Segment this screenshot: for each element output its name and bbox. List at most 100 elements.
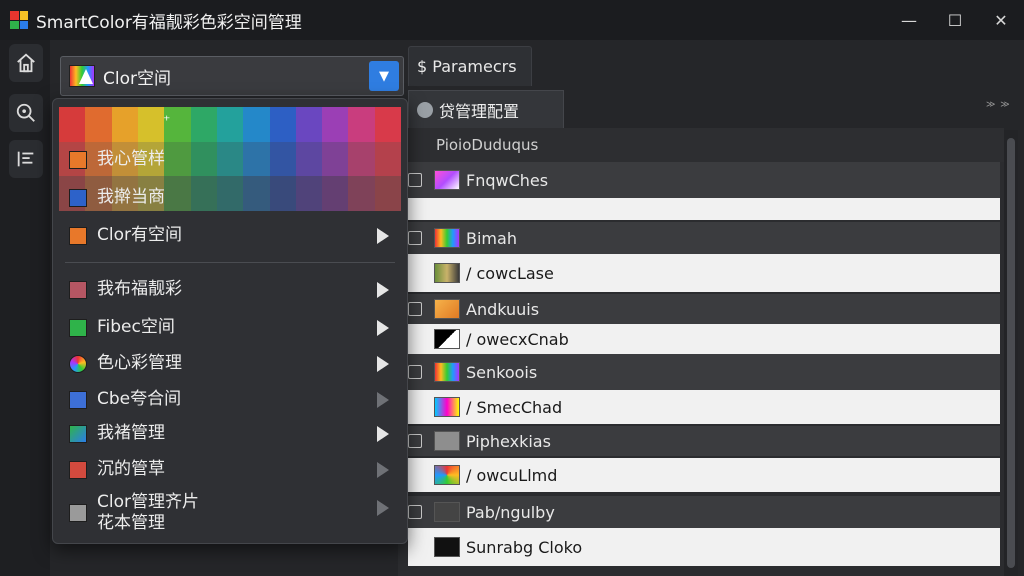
menu-item-label: 色心彩管理 bbox=[97, 353, 182, 374]
search-icon bbox=[16, 103, 35, 122]
color-space-value: Clor空间 bbox=[103, 68, 171, 89]
list-row[interactable]: Senkoois bbox=[408, 354, 1000, 390]
maximize-button[interactable]: ☐ bbox=[932, 0, 978, 40]
menu-item[interactable]: 沉的管草 bbox=[59, 453, 401, 487]
chevron-down-icon[interactable]: ▼ bbox=[369, 61, 399, 91]
menu-item-label-line1: Fibec空间 bbox=[97, 317, 175, 338]
row-checkbox[interactable] bbox=[408, 505, 422, 519]
row-checkbox[interactable] bbox=[408, 434, 422, 448]
chevron-right-icon bbox=[377, 356, 389, 372]
color-space-dropdown[interactable]: Clor空间 ▼ bbox=[60, 56, 404, 96]
tab-config[interactable]: 贷管理配置 bbox=[408, 90, 564, 128]
list-row[interactable]: Bimah bbox=[408, 222, 1000, 254]
menu-item-label: Clor有空间 bbox=[97, 225, 182, 246]
menu-item-label: 我布福靓彩 bbox=[97, 279, 182, 300]
menu-divider bbox=[65, 262, 395, 263]
menu-item-label-line2: 花本管理 bbox=[97, 513, 165, 533]
menu-item-label-line1: 我布福靓彩 bbox=[97, 279, 182, 300]
chevron-right-icon bbox=[377, 228, 389, 244]
row-label: FnqwChes bbox=[466, 170, 549, 190]
menu-item-label-line1: 色心彩管理 bbox=[97, 353, 182, 374]
menu-item-label: Fibec空间 bbox=[97, 317, 175, 338]
list-settings-button[interactable] bbox=[9, 140, 43, 178]
row-checkbox[interactable] bbox=[408, 173, 422, 187]
list-row[interactable]: / owcuLlmd bbox=[408, 458, 1000, 492]
list-row[interactable]: Andkuuis bbox=[408, 294, 1000, 324]
menu-item[interactable]: Clor有空间 bbox=[59, 219, 401, 253]
row-label: / owcuLlmd bbox=[466, 465, 558, 485]
row-label: / cowcLase bbox=[466, 263, 554, 283]
menu-swatch-icon bbox=[69, 461, 87, 479]
color-swatch-icon bbox=[434, 465, 460, 485]
menu-swatch-icon bbox=[69, 281, 87, 299]
menu-item[interactable]: Fibec空间 bbox=[59, 311, 401, 345]
menu-swatch-icon bbox=[69, 319, 87, 337]
chevron-right-icon bbox=[377, 392, 389, 408]
color-profile-list: PioioDuduqus FnqwChes Bimah / cowcLase Andk… bbox=[398, 128, 1004, 576]
color-swatch-icon bbox=[434, 329, 460, 349]
list-settings-icon bbox=[17, 151, 34, 167]
list-row[interactable]: / owecxCnab bbox=[408, 324, 1000, 354]
list-row[interactable]: / cowcLase bbox=[408, 254, 1000, 292]
row-checkbox[interactable] bbox=[408, 231, 422, 245]
menu-item-label: 我心管样 bbox=[97, 149, 165, 170]
menu-swatch-icon bbox=[69, 504, 87, 522]
menu-item-label-line1: 我擀当商 bbox=[97, 187, 165, 208]
home-icon bbox=[17, 53, 35, 73]
row-label: / SmecChad bbox=[466, 397, 563, 417]
menu-item-label-line1: Clor管理齐片 bbox=[97, 491, 199, 512]
row-checkbox[interactable] bbox=[408, 365, 422, 379]
row-label: Sunrabg Cloko bbox=[466, 537, 583, 557]
search-button[interactable] bbox=[9, 94, 43, 132]
config-icon bbox=[417, 101, 433, 118]
scrollbar[interactable] bbox=[1004, 130, 1018, 576]
menu-item[interactable]: Clor管理齐片 花本管理 bbox=[59, 491, 401, 535]
app-title: SmartColor有福靓彩色彩空间管理 bbox=[36, 12, 302, 33]
chevron-right-icon bbox=[377, 426, 389, 442]
list-row[interactable]: FnqwChes bbox=[408, 162, 1000, 198]
row-checkbox[interactable] bbox=[408, 302, 422, 316]
chevron-right-icon bbox=[377, 282, 389, 298]
menu-item-label-line1: 我褚管理 bbox=[97, 423, 165, 444]
list-row[interactable] bbox=[408, 198, 1000, 220]
row-label: Piphexkias bbox=[466, 431, 551, 451]
menu-item-label-line1: Cbe夸合间 bbox=[97, 389, 182, 410]
menu-swatch-icon bbox=[69, 227, 87, 245]
minimize-button[interactable]: — bbox=[886, 0, 932, 40]
tab-config-label: 贷管理配置 bbox=[439, 101, 520, 121]
tab-overflow-icon[interactable]: ≫ ≫ bbox=[986, 100, 1011, 110]
list-row[interactable]: Pab/ngulby bbox=[408, 496, 1000, 528]
app-logo-icon bbox=[10, 11, 28, 29]
list-row[interactable]: / SmecChad bbox=[408, 390, 1000, 424]
color-swatch-icon bbox=[434, 299, 460, 319]
menu-item[interactable]: 我擀当商 bbox=[59, 181, 401, 215]
color-swatch-icon bbox=[434, 431, 460, 451]
menu-item-label: 我褚管理 bbox=[97, 423, 165, 444]
sparkle-icon: ⁺ bbox=[163, 113, 171, 129]
list-row[interactable]: Piphexkias bbox=[408, 426, 1000, 456]
menu-swatch-icon bbox=[69, 391, 87, 409]
color-swatch-icon bbox=[434, 362, 460, 382]
chevron-right-icon bbox=[377, 462, 389, 478]
menu-item-label: 沉的管草 bbox=[97, 459, 165, 480]
menu-item-label-line1: 沉的管草 bbox=[97, 459, 165, 480]
menu-item[interactable]: 我褚管理 bbox=[59, 417, 401, 451]
column-header[interactable]: PioioDuduqus bbox=[398, 128, 1004, 162]
color-swatch-icon bbox=[434, 228, 460, 248]
color-space-menu: ⁺ 我心管样我擀当商 Clor有空间 我布福靓彩 Fibec空间 色心彩管理 Cbe夸合间… bbox=[52, 98, 408, 544]
menu-item-label: Clor管理齐片 花本管理 bbox=[97, 492, 199, 535]
menu-item-label: 我擀当商 bbox=[97, 187, 165, 208]
color-swatch-icon bbox=[434, 263, 460, 283]
row-label: Bimah bbox=[466, 228, 517, 248]
row-label: Pab/ngulby bbox=[466, 502, 555, 522]
tab-parameters[interactable]: $ Paramecrs bbox=[408, 46, 532, 86]
menu-item[interactable]: 色心彩管理 bbox=[59, 347, 401, 381]
scroll-thumb[interactable] bbox=[1007, 138, 1015, 568]
menu-item[interactable]: 我布福靓彩 bbox=[59, 273, 401, 307]
menu-swatch-icon bbox=[69, 355, 87, 373]
list-row[interactable]: Sunrabg Cloko bbox=[408, 528, 1000, 566]
menu-item[interactable]: Cbe夸合间 bbox=[59, 383, 401, 417]
home-button[interactable] bbox=[9, 44, 43, 82]
close-button[interactable]: ✕ bbox=[978, 0, 1024, 40]
menu-item[interactable]: 我心管样 bbox=[59, 143, 401, 177]
